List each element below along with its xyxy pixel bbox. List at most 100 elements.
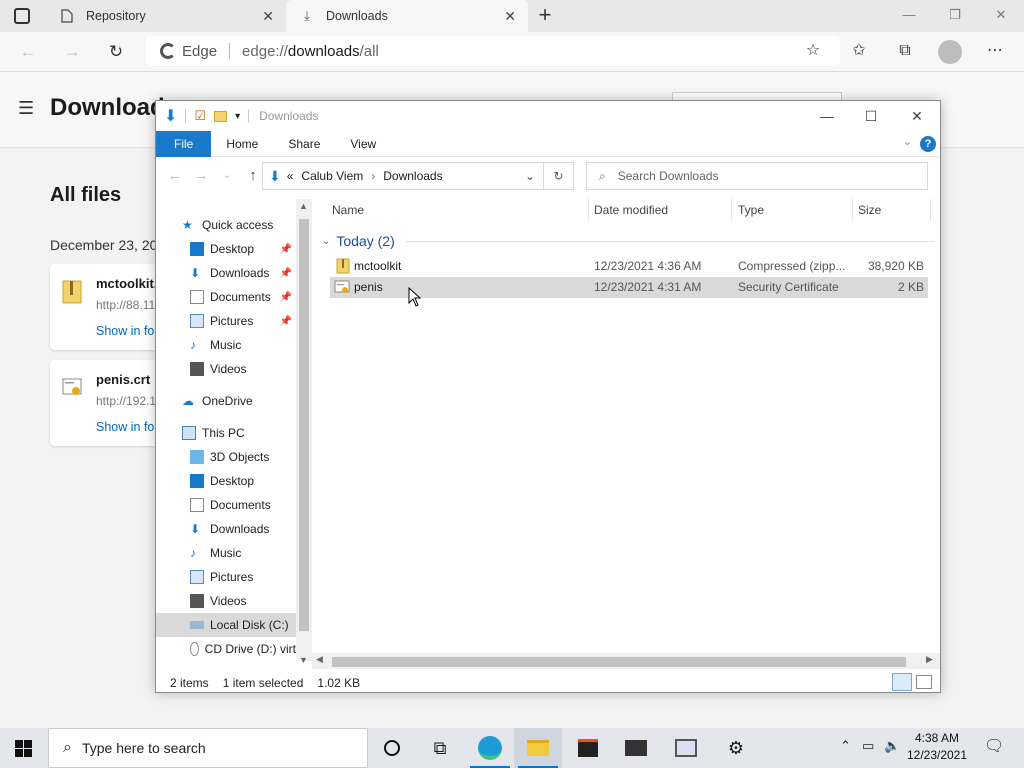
nav-music[interactable]: ♪ Music xyxy=(156,541,296,565)
breadcrumb-folder[interactable]: Downloads xyxy=(383,169,442,183)
volume-icon[interactable]: 🔈 xyxy=(884,738,900,754)
explorer-close-button[interactable]: ✕ xyxy=(894,101,940,131)
task-view-icon[interactable]: ⧉ xyxy=(416,728,464,768)
breadcrumb-separator-icon[interactable]: › xyxy=(371,169,375,183)
scroll-left-icon[interactable]: ◀ xyxy=(316,654,323,665)
more-icon[interactable]: ⋯ xyxy=(982,38,1008,64)
divider xyxy=(404,240,935,242)
scroll-right-icon[interactable]: ▶ xyxy=(926,654,933,665)
zip-file-icon xyxy=(62,280,82,304)
explorer-address-bar[interactable]: ⬇ « Calub Viem › Downloads ⌄ xyxy=(262,162,544,190)
nav-local-disk[interactable]: Local Disk (C:) xyxy=(156,613,296,637)
nav-videos[interactable]: Videos xyxy=(156,357,296,381)
nav-documents[interactable]: Documents 📌 xyxy=(156,285,296,309)
refresh-button[interactable]: ↻ xyxy=(104,40,128,64)
show-in-folder-link[interactable]: Show in fol xyxy=(96,324,157,338)
navigation-pane: ★ Quick access Desktop 📌 ⬇ Downloads 📌 Docum… xyxy=(156,199,312,661)
nav-this-pc[interactable]: This PC xyxy=(156,421,296,445)
tab-home[interactable]: Home xyxy=(211,131,273,157)
properties-icon[interactable]: ☑ xyxy=(194,108,206,124)
avatar[interactable] xyxy=(938,40,962,64)
nav-onedrive[interactable]: ☁ OneDrive xyxy=(156,389,296,413)
refresh-icon[interactable]: ↻ xyxy=(544,162,574,190)
nav-3d-objects[interactable]: 3D Objects xyxy=(156,445,296,469)
edge-taskbar-icon[interactable] xyxy=(466,728,514,768)
menu-icon[interactable]: ☰ xyxy=(18,98,34,119)
chevron-up-icon[interactable]: ⌃ xyxy=(840,738,851,754)
recent-locations-icon[interactable]: ⌄ xyxy=(214,170,240,181)
mail-icon[interactable] xyxy=(612,728,660,768)
explorer-maximize-button[interactable]: ☐ xyxy=(848,101,894,131)
file-explorer-taskbar-icon[interactable] xyxy=(514,728,562,768)
nav-desktop[interactable]: Desktop xyxy=(156,469,296,493)
settings-gear-icon[interactable]: ⚙ xyxy=(712,728,760,768)
nav-music[interactable]: ♪ Music xyxy=(156,333,296,357)
nav-documents[interactable]: Documents xyxy=(156,493,296,517)
horizontal-scrollbar-thumb[interactable] xyxy=(332,657,906,667)
computer-icon xyxy=(182,426,196,440)
nav-videos[interactable]: Videos xyxy=(156,589,296,613)
clock[interactable]: 4:38 AM 12/23/2021 xyxy=(906,730,968,764)
group-header[interactable]: ⌄ Today (2) xyxy=(322,233,935,249)
explorer-minimize-button[interactable]: — xyxy=(804,101,850,131)
close-icon[interactable]: ✕ xyxy=(504,8,516,25)
add-favorite-icon[interactable]: ☆ xyxy=(800,38,826,64)
nav-cd-drive[interactable]: CD Drive (D:) virt xyxy=(156,637,296,661)
store-icon[interactable] xyxy=(564,728,612,768)
restore-button[interactable]: ❐ xyxy=(932,0,978,30)
tab-actions-icon[interactable] xyxy=(14,8,30,24)
search-downloads-box[interactable] xyxy=(672,92,842,100)
address-bar[interactable]: Edge edge://downloads/all xyxy=(146,36,840,66)
new-folder-icon[interactable] xyxy=(214,110,228,122)
column-date-modified[interactable]: Date modified xyxy=(594,203,668,217)
nav-quick-access[interactable]: ★ Quick access xyxy=(156,213,296,237)
column-type[interactable]: Type xyxy=(738,203,764,217)
photos-icon[interactable] xyxy=(662,728,710,768)
favorites-icon[interactable]: ✩ xyxy=(846,38,872,64)
chevron-down-icon[interactable]: ▾ xyxy=(235,111,240,122)
column-name[interactable]: Name xyxy=(332,203,364,217)
help-icon[interactable]: ? xyxy=(920,136,936,152)
forward-button[interactable]: → xyxy=(60,40,84,64)
nav-desktop[interactable]: Desktop 📌 xyxy=(156,237,296,261)
tab-share[interactable]: Share xyxy=(273,131,335,157)
notifications-icon[interactable]: 🗨 xyxy=(984,736,1004,756)
nav-pictures[interactable]: Pictures xyxy=(156,565,296,589)
download-item[interactable]: penis.crt http://192.1 Show in fol xyxy=(50,360,170,446)
tab-repository[interactable]: Repository ✕ xyxy=(46,0,286,32)
taskbar-search-input[interactable]: ⌕ Type here to search xyxy=(48,728,368,768)
download-item[interactable]: mctoolkit.z http://88.11 Show in fol xyxy=(50,264,170,350)
table-row[interactable]: mctoolkit 12/23/2021 4:36 AM Compressed … xyxy=(330,256,928,277)
forward-icon[interactable]: → xyxy=(188,167,214,184)
tab-downloads[interactable]: ⤓ Downloads ✕ xyxy=(286,0,528,32)
breadcrumb-prefix[interactable]: « xyxy=(287,169,294,183)
expand-ribbon-icon[interactable]: ⌄ xyxy=(903,135,912,148)
nav-pictures[interactable]: Pictures 📌 xyxy=(156,309,296,333)
new-tab-button[interactable]: + xyxy=(534,4,556,26)
details-view-icon[interactable] xyxy=(892,673,912,691)
large-icons-view-icon[interactable] xyxy=(916,675,932,689)
collections-icon[interactable]: ⧉ xyxy=(892,38,918,64)
start-button[interactable] xyxy=(0,728,48,768)
scroll-up-icon[interactable]: ▲ xyxy=(299,201,308,211)
tab-file[interactable]: File xyxy=(156,130,212,157)
scroll-down-icon[interactable]: ▼ xyxy=(299,655,308,665)
network-icon[interactable]: ▭ xyxy=(862,738,874,754)
file-name: mctoolkit.z xyxy=(96,276,164,291)
divider xyxy=(229,43,231,59)
minimize-button[interactable]: — xyxy=(886,0,932,30)
show-in-folder-link[interactable]: Show in fol xyxy=(96,420,157,434)
close-window-button[interactable]: ✕ xyxy=(978,0,1024,30)
back-button[interactable]: ← xyxy=(16,40,40,64)
column-size[interactable]: Size xyxy=(858,203,881,217)
nav-downloads[interactable]: ⬇ Downloads xyxy=(156,517,296,541)
chevron-down-icon[interactable]: ⌄ xyxy=(525,169,535,183)
cortana-icon[interactable] xyxy=(368,728,416,768)
breadcrumb-user[interactable]: Calub Viem xyxy=(301,169,363,183)
close-icon[interactable]: ✕ xyxy=(262,8,274,25)
tab-view[interactable]: View xyxy=(335,131,391,157)
nav-scrollbar-thumb[interactable] xyxy=(299,219,309,631)
search-input[interactable]: ⌕ Search Downloads xyxy=(586,162,928,190)
nav-downloads[interactable]: ⬇ Downloads 📌 xyxy=(156,261,296,285)
back-icon[interactable]: ← xyxy=(162,167,188,184)
